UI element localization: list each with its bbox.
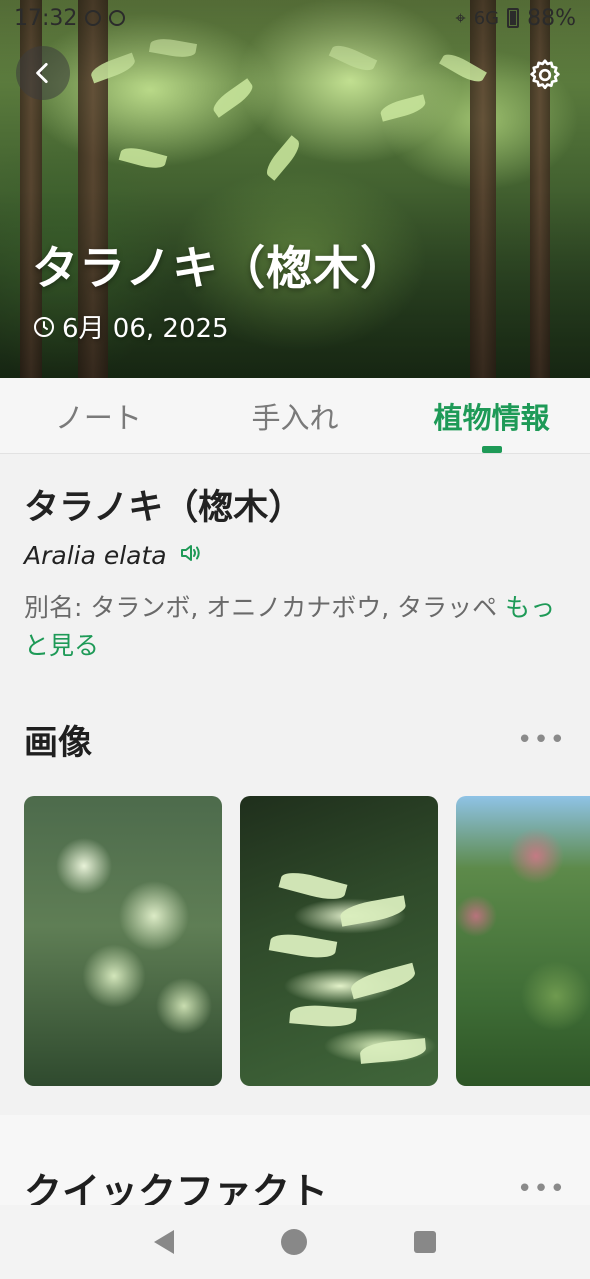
battery-icon	[507, 8, 520, 28]
settings-button[interactable]	[520, 50, 570, 100]
battery-level: 88%	[527, 5, 576, 31]
leaf-shape	[359, 1038, 427, 1064]
nav-home-icon[interactable]	[280, 1229, 307, 1255]
leaf-shape	[348, 962, 418, 1000]
notification-icon	[85, 10, 102, 26]
tab-notes[interactable]: ノート	[0, 378, 197, 453]
location-icon: ⌖	[455, 7, 466, 29]
plant-image-tree[interactable]	[456, 796, 590, 1086]
more-options-icon[interactable]: •••	[517, 1174, 566, 1204]
hero-banner: 17:32 ⌖ 6G 88% タラノキ（楤木） 6月 06, 2025	[0, 0, 590, 378]
chevron-left-icon	[36, 62, 48, 84]
aliases-text: 別名: タランボ, オニノカナボウ, タラッペ もっと見る	[24, 589, 564, 665]
leaf-shape	[268, 930, 338, 962]
image-gallery[interactable]	[24, 796, 590, 1086]
date-label: 6月 06, 2025	[62, 314, 229, 344]
speaker-icon	[180, 545, 200, 561]
plant-image-leaves[interactable]	[240, 796, 438, 1086]
plant-image-flowers[interactable]	[24, 796, 222, 1086]
images-section-header: 画像 •••	[24, 715, 566, 764]
page-title: タラノキ（楤木）	[32, 241, 408, 295]
quick-facts-section: クイックファクト •••	[0, 1115, 590, 1214]
tab-plant-info[interactable]: 植物情報	[393, 378, 590, 453]
nav-back-icon[interactable]	[153, 1230, 174, 1254]
clock-icon	[34, 316, 54, 337]
leaf-shape	[338, 895, 408, 927]
images-section-title: 画像	[24, 723, 92, 763]
more-options-icon[interactable]: •••	[517, 725, 566, 755]
plant-name: タラノキ（楤木）	[24, 488, 304, 528]
status-bar: 17:32 ⌖ 6G 88%	[0, 0, 590, 36]
tab-bar: ノート 手入れ 植物情報	[0, 378, 590, 454]
notification-icon	[109, 10, 126, 26]
pronounce-button[interactable]	[179, 541, 203, 570]
status-time: 17:32	[14, 5, 78, 31]
entry-date: 6月 06, 2025	[32, 308, 229, 345]
nav-recents-icon[interactable]	[414, 1231, 437, 1253]
plant-info-section: タラノキ（楤木） Aralia elata 別名: タランボ, オニノカナボウ,…	[0, 455, 590, 1115]
system-nav-bar	[0, 1205, 590, 1279]
aliases-label: 別名: タランボ, オニノカナボウ, タラッペ	[24, 593, 498, 622]
scientific-name-row: Aralia elata	[24, 541, 203, 570]
scientific-name: Aralia elata	[24, 541, 167, 570]
back-button[interactable]	[16, 46, 70, 100]
tab-care[interactable]: 手入れ	[197, 378, 394, 453]
leaf-shape	[278, 867, 348, 905]
network-label: 6G	[473, 7, 500, 29]
leaf-shape	[289, 1003, 357, 1029]
gear-icon	[530, 59, 560, 90]
